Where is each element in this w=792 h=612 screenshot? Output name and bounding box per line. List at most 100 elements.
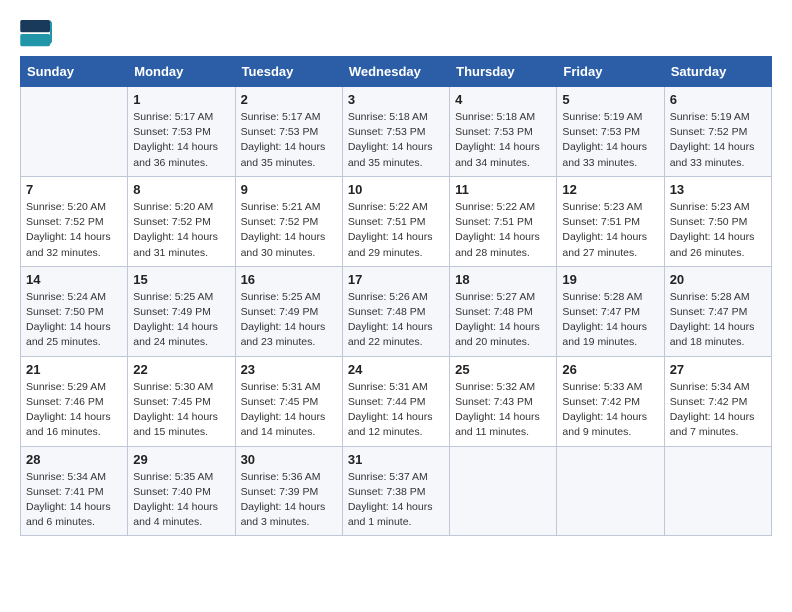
day-cell: 16 Sunrise: 5:25 AMSunset: 7:49 PMDayligh… (235, 266, 342, 356)
day-cell: 31 Sunrise: 5:37 AMSunset: 7:38 PMDayligh… (342, 446, 449, 536)
day-number: 8 (133, 182, 229, 197)
day-cell: 6Sunrise: 5:19 AMSunset: 7:52 PMDaylight… (664, 87, 771, 177)
day-cell (664, 446, 771, 536)
day-number: 23 (241, 362, 337, 377)
day-number: 12 (562, 182, 658, 197)
day-info: Sunrise: 5:24 AMSunset: 7:50 PMDaylight:… (26, 290, 122, 351)
day-info: Sunrise: 5:17 AMSunset: 7:53 PMDaylight:… (133, 110, 229, 171)
day-number: 15 (133, 272, 229, 287)
header-cell-wednesday: Wednesday (342, 57, 449, 87)
day-info: Sunrise: 5:27 AMSunset: 7:48 PMDaylight:… (455, 290, 551, 351)
day-number: 3 (348, 92, 444, 107)
week-row-1: 1 Sunrise: 5:17 AMSunset: 7:53 PMDaylight… (21, 87, 772, 177)
day-cell: 2 Sunrise: 5:17 AMSunset: 7:53 PMDaylight… (235, 87, 342, 177)
logo-icon (20, 20, 52, 48)
day-number: 21 (26, 362, 122, 377)
header-cell-thursday: Thursday (450, 57, 557, 87)
day-number: 4 (455, 92, 551, 107)
day-number: 16 (241, 272, 337, 287)
day-cell: 30Sunrise: 5:36 AMSunset: 7:39 PMDayligh… (235, 446, 342, 536)
day-cell: 5 Sunrise: 5:19 AMSunset: 7:53 PMDaylight… (557, 87, 664, 177)
day-number: 19 (562, 272, 658, 287)
header-cell-sunday: Sunday (21, 57, 128, 87)
day-cell: 8Sunrise: 5:20 AMSunset: 7:52 PMDaylight… (128, 176, 235, 266)
header-cell-tuesday: Tuesday (235, 57, 342, 87)
day-info: Sunrise: 5:19 AMSunset: 7:53 PMDaylight:… (562, 110, 658, 171)
day-number: 27 (670, 362, 766, 377)
day-cell: 23 Sunrise: 5:31 AMSunset: 7:45 PMDayligh… (235, 356, 342, 446)
day-cell: 20Sunrise: 5:28 AMSunset: 7:47 PMDayligh… (664, 266, 771, 356)
day-info: Sunrise: 5:23 AMSunset: 7:51 PMDaylight:… (562, 200, 658, 261)
day-number: 9 (241, 182, 337, 197)
day-cell: 17 Sunrise: 5:26 AMSunset: 7:48 PMDayligh… (342, 266, 449, 356)
day-info: Sunrise: 5:34 AMSunset: 7:42 PMDaylight:… (670, 380, 766, 441)
day-cell: 4 Sunrise: 5:18 AMSunset: 7:53 PMDaylight… (450, 87, 557, 177)
day-info: Sunrise: 5:28 AMSunset: 7:47 PMDaylight:… (562, 290, 658, 351)
week-row-4: 21Sunrise: 5:29 AMSunset: 7:46 PMDayligh… (21, 356, 772, 446)
day-info: Sunrise: 5:36 AMSunset: 7:39 PMDaylight:… (241, 470, 337, 531)
day-cell: 22 Sunrise: 5:30 AMSunset: 7:45 PMDayligh… (128, 356, 235, 446)
day-cell: 25 Sunrise: 5:32 AMSunset: 7:43 PMDayligh… (450, 356, 557, 446)
day-number: 10 (348, 182, 444, 197)
day-info: Sunrise: 5:32 AMSunset: 7:43 PMDaylight:… (455, 380, 551, 441)
day-cell: 9 Sunrise: 5:21 AMSunset: 7:52 PMDaylight… (235, 176, 342, 266)
day-info: Sunrise: 5:18 AMSunset: 7:53 PMDaylight:… (455, 110, 551, 171)
day-number: 1 (133, 92, 229, 107)
day-info: Sunrise: 5:28 AMSunset: 7:47 PMDaylight:… (670, 290, 766, 351)
day-info: Sunrise: 5:20 AMSunset: 7:52 PMDaylight:… (26, 200, 122, 261)
day-cell: 3 Sunrise: 5:18 AMSunset: 7:53 PMDaylight… (342, 87, 449, 177)
day-info: Sunrise: 5:21 AMSunset: 7:52 PMDaylight:… (241, 200, 337, 261)
day-info: Sunrise: 5:26 AMSunset: 7:48 PMDaylight:… (348, 290, 444, 351)
day-info: Sunrise: 5:23 AMSunset: 7:50 PMDaylight:… (670, 200, 766, 261)
page-header (20, 20, 772, 48)
day-number: 22 (133, 362, 229, 377)
day-info: Sunrise: 5:25 AMSunset: 7:49 PMDaylight:… (241, 290, 337, 351)
day-cell: 11 Sunrise: 5:22 AMSunset: 7:51 PMDayligh… (450, 176, 557, 266)
day-info: Sunrise: 5:31 AMSunset: 7:44 PMDaylight:… (348, 380, 444, 441)
day-cell: 10Sunrise: 5:22 AMSunset: 7:51 PMDayligh… (342, 176, 449, 266)
week-row-5: 28 Sunrise: 5:34 AMSunset: 7:41 PMDayligh… (21, 446, 772, 536)
day-number: 11 (455, 182, 551, 197)
day-info: Sunrise: 5:18 AMSunset: 7:53 PMDaylight:… (348, 110, 444, 171)
day-info: Sunrise: 5:17 AMSunset: 7:53 PMDaylight:… (241, 110, 337, 171)
day-number: 5 (562, 92, 658, 107)
day-number: 31 (348, 452, 444, 467)
header-cell-friday: Friday (557, 57, 664, 87)
day-cell: 12 Sunrise: 5:23 AMSunset: 7:51 PMDayligh… (557, 176, 664, 266)
day-cell: 29Sunrise: 5:35 AMSunset: 7:40 PMDayligh… (128, 446, 235, 536)
day-cell (450, 446, 557, 536)
day-number: 29 (133, 452, 229, 467)
day-number: 25 (455, 362, 551, 377)
day-number: 24 (348, 362, 444, 377)
day-number: 7 (26, 182, 122, 197)
day-info: Sunrise: 5:31 AMSunset: 7:45 PMDaylight:… (241, 380, 337, 441)
day-number: 13 (670, 182, 766, 197)
day-cell: 24 Sunrise: 5:31 AMSunset: 7:44 PMDayligh… (342, 356, 449, 446)
week-row-2: 7 Sunrise: 5:20 AMSunset: 7:52 PMDaylight… (21, 176, 772, 266)
day-cell: 15 Sunrise: 5:25 AMSunset: 7:49 PMDayligh… (128, 266, 235, 356)
day-info: Sunrise: 5:19 AMSunset: 7:52 PMDaylight:… (670, 110, 766, 171)
day-cell: 21Sunrise: 5:29 AMSunset: 7:46 PMDayligh… (21, 356, 128, 446)
calendar-header: SundayMondayTuesdayWednesdayThursdayFrid… (21, 57, 772, 87)
header-cell-monday: Monday (128, 57, 235, 87)
calendar-table: SundayMondayTuesdayWednesdayThursdayFrid… (20, 56, 772, 536)
day-cell: 26Sunrise: 5:33 AMSunset: 7:42 PMDayligh… (557, 356, 664, 446)
day-number: 28 (26, 452, 122, 467)
day-info: Sunrise: 5:25 AMSunset: 7:49 PMDaylight:… (133, 290, 229, 351)
day-number: 17 (348, 272, 444, 287)
day-cell: 18Sunrise: 5:27 AMSunset: 7:48 PMDayligh… (450, 266, 557, 356)
week-row-3: 14 Sunrise: 5:24 AMSunset: 7:50 PMDayligh… (21, 266, 772, 356)
day-cell: 1 Sunrise: 5:17 AMSunset: 7:53 PMDaylight… (128, 87, 235, 177)
day-info: Sunrise: 5:30 AMSunset: 7:45 PMDaylight:… (133, 380, 229, 441)
day-cell: 19 Sunrise: 5:28 AMSunset: 7:47 PMDayligh… (557, 266, 664, 356)
day-cell (21, 87, 128, 177)
day-info: Sunrise: 5:22 AMSunset: 7:51 PMDaylight:… (455, 200, 551, 261)
day-number: 14 (26, 272, 122, 287)
day-info: Sunrise: 5:37 AMSunset: 7:38 PMDaylight:… (348, 470, 444, 531)
day-cell: 27 Sunrise: 5:34 AMSunset: 7:42 PMDayligh… (664, 356, 771, 446)
header-cell-saturday: Saturday (664, 57, 771, 87)
day-info: Sunrise: 5:33 AMSunset: 7:42 PMDaylight:… (562, 380, 658, 441)
day-number: 2 (241, 92, 337, 107)
day-cell: 14 Sunrise: 5:24 AMSunset: 7:50 PMDayligh… (21, 266, 128, 356)
day-info: Sunrise: 5:34 AMSunset: 7:41 PMDaylight:… (26, 470, 122, 531)
